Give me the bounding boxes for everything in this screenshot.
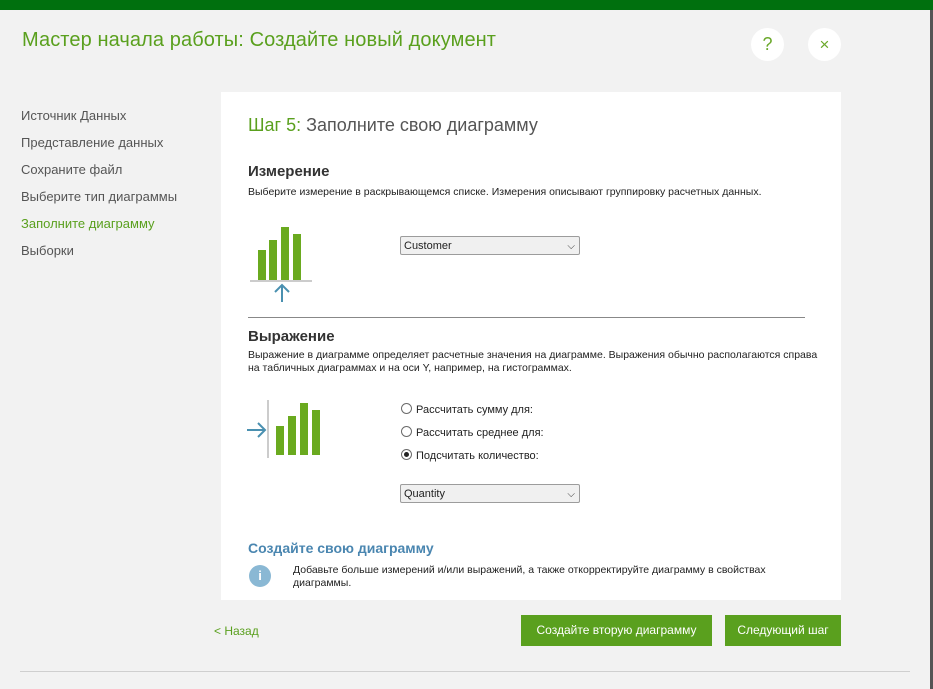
nav-item-fill-chart[interactable]: Заполните диаграмму bbox=[21, 216, 211, 243]
top-accent-bar bbox=[0, 0, 933, 10]
radio-sum[interactable]: Рассчитать сумму для: bbox=[401, 403, 533, 417]
step-title: Заполните свою диаграмму bbox=[306, 115, 538, 135]
help-button[interactable]: ? bbox=[751, 28, 784, 61]
nav-item-data-source[interactable]: Источник Данных bbox=[21, 108, 211, 135]
dimension-chart-icon bbox=[250, 227, 312, 302]
radio-average[interactable]: Рассчитать среднее для: bbox=[401, 426, 544, 440]
expression-chart-icon bbox=[247, 400, 320, 458]
create-second-chart-button[interactable]: Создайте вторую диаграмму bbox=[521, 615, 712, 646]
radio-button-sum[interactable] bbox=[401, 403, 412, 414]
radio-average-label: Рассчитать среднее для: bbox=[416, 427, 544, 439]
radio-count-label: Подсчитать количество: bbox=[416, 450, 539, 462]
expression-description: Выражение в диаграмме определяет расчетн… bbox=[248, 349, 818, 374]
dimension-heading: Измерение bbox=[248, 163, 330, 180]
radio-button-count[interactable] bbox=[401, 449, 412, 460]
nav-item-chart-type[interactable]: Выберите тип диаграммы bbox=[21, 189, 211, 216]
back-link[interactable]: < Назад bbox=[214, 624, 259, 638]
dimension-selected-value: Customer bbox=[404, 240, 452, 252]
nav-item-data-view[interactable]: Представление данных bbox=[21, 135, 211, 162]
expression-selected-value: Quantity bbox=[404, 488, 445, 500]
radio-button-average[interactable] bbox=[401, 426, 412, 437]
footer-divider bbox=[20, 671, 910, 672]
question-icon: ? bbox=[762, 34, 773, 54]
next-step-button[interactable]: Следующий шаг bbox=[725, 615, 841, 646]
dimension-dropdown[interactable]: Customer ⌵ bbox=[400, 236, 580, 255]
step-panel: Шаг 5: Заполните свою диаграмму Измерени… bbox=[221, 92, 841, 600]
radio-sum-label: Рассчитать сумму для: bbox=[416, 404, 533, 416]
info-icon: i bbox=[249, 565, 271, 587]
step-heading: Шаг 5: Заполните свою диаграмму bbox=[248, 115, 538, 136]
chevron-down-icon: ⌵ bbox=[567, 489, 575, 500]
radio-count[interactable]: Подсчитать количество: bbox=[401, 449, 539, 463]
expression-field-dropdown[interactable]: Quantity ⌵ bbox=[400, 484, 580, 503]
nav-item-save-file[interactable]: Сохраните файл bbox=[21, 162, 211, 189]
wizard-title: Мастер начала работы: Создайте новый док… bbox=[22, 29, 497, 51]
chevron-down-icon: ⌵ bbox=[567, 241, 575, 252]
create-chart-heading: Создайте свою диаграмму bbox=[248, 540, 434, 556]
nav-item-selections[interactable]: Выборки bbox=[21, 243, 211, 270]
create-chart-info-text: Добавьте больше измерений и/или выражени… bbox=[293, 564, 766, 589]
dimension-description: Выберите измерение в раскрывающемся спис… bbox=[248, 186, 762, 198]
close-icon: × bbox=[819, 35, 830, 54]
wizard-steps-nav: Источник Данных Представление данных Сох… bbox=[21, 108, 211, 270]
close-button[interactable]: × bbox=[808, 28, 841, 61]
section-divider bbox=[248, 317, 805, 318]
expression-heading: Выражение bbox=[248, 328, 335, 345]
step-number: Шаг 5: bbox=[248, 115, 302, 135]
